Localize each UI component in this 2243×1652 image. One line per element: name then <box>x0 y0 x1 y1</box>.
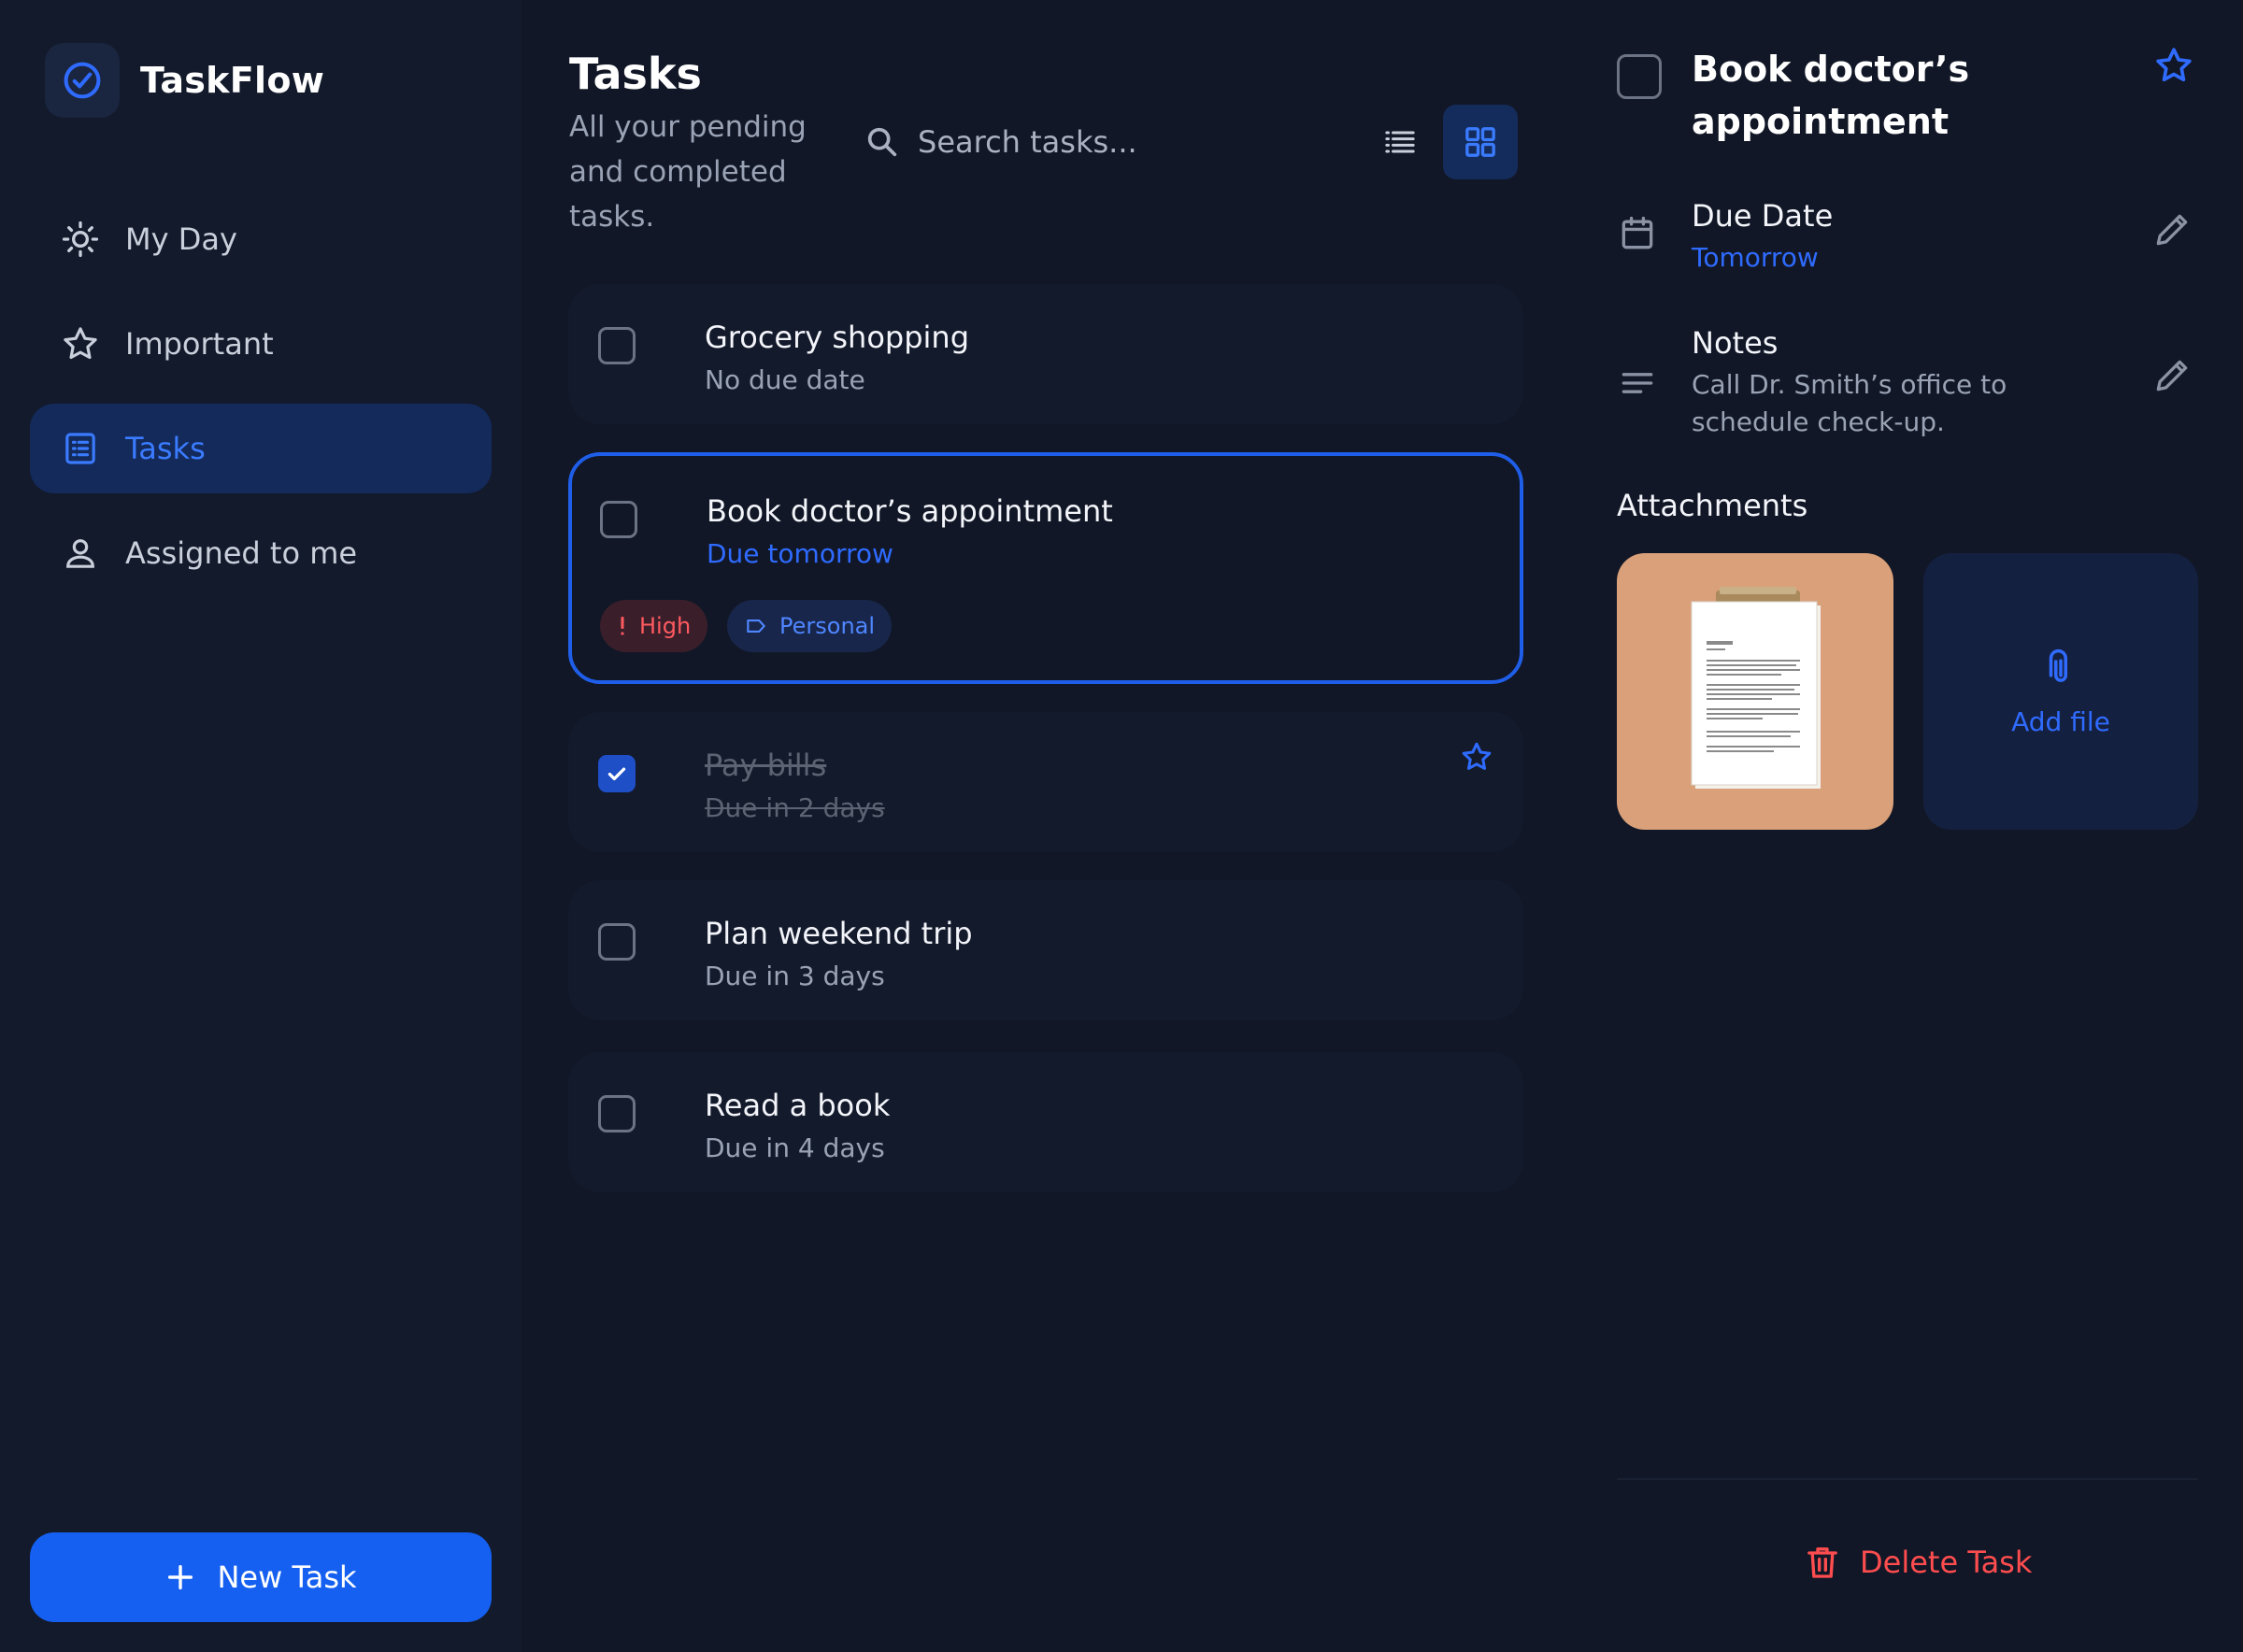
grid-view-icon <box>1462 123 1499 161</box>
task-title: Plan weekend trip <box>705 916 973 951</box>
divider <box>1617 1478 2198 1480</box>
task-title: Grocery shopping <box>705 320 970 355</box>
task-checkbox[interactable] <box>598 327 636 364</box>
person-icon <box>60 533 101 574</box>
star-icon[interactable] <box>2153 45 2194 86</box>
task-due: Due tomorrow <box>707 538 893 569</box>
star-icon <box>60 323 101 364</box>
task-card[interactable]: Grocery shopping No due date <box>568 284 1523 424</box>
task-due: Due in 4 days <box>705 1132 885 1163</box>
task-checkbox[interactable] <box>598 1095 636 1132</box>
tag-icon <box>744 614 768 638</box>
detail-title: Book doctor’s appointment <box>1692 49 1970 142</box>
task-card[interactable]: Plan weekend trip Due in 3 days <box>568 880 1523 1020</box>
sidebar-item-tasks[interactable]: Tasks <box>30 404 492 493</box>
page-title: Tasks <box>569 49 702 99</box>
exclamation-icon <box>617 615 628 637</box>
add-file-label: Add file <box>2011 705 2110 737</box>
task-list-panel: Tasks All your pending and completed tas… <box>521 0 1570 1652</box>
task-checkbox[interactable] <box>600 501 637 538</box>
priority-label: High <box>639 613 692 639</box>
add-file-button[interactable]: Add file <box>1923 553 2198 830</box>
detail-checkbox[interactable] <box>1617 54 1662 99</box>
list-view-button[interactable] <box>1363 105 1437 179</box>
sidebar-item-label: Important <box>125 326 274 362</box>
plus-icon <box>164 1561 196 1593</box>
brand: TaskFlow <box>45 43 324 118</box>
task-checkbox[interactable] <box>598 923 636 961</box>
task-checkbox-checked[interactable] <box>598 755 636 792</box>
delete-task-label: Delete Task <box>1860 1545 2033 1580</box>
due-date-value: Tomorrow <box>1692 242 1819 273</box>
notes-value: Call Dr. Smith’s office to schedule chec… <box>1692 369 2007 437</box>
search-icon <box>864 123 901 161</box>
task-card[interactable]: Read a book Due in 4 days <box>568 1052 1523 1192</box>
notes-label: Notes <box>1692 325 1779 361</box>
attachment-thumbnail[interactable] <box>1617 553 1893 830</box>
task-due: Due in 2 days <box>705 792 885 823</box>
list-view-icon <box>1381 123 1419 161</box>
task-title: Pay bills <box>705 748 827 783</box>
task-card-completed[interactable]: Pay bills Due in 2 days <box>568 712 1523 852</box>
delete-task-button[interactable]: Delete Task <box>1804 1542 2032 1583</box>
sidebar-item-label: Assigned to me <box>125 535 358 571</box>
search-bar <box>864 114 1331 170</box>
task-due: No due date <box>705 364 865 395</box>
search-input[interactable] <box>918 124 1310 160</box>
list-icon <box>60 428 101 469</box>
grid-view-button[interactable] <box>1443 105 1518 179</box>
sun-icon <box>60 219 101 260</box>
notes-icon <box>1617 363 1658 404</box>
star-icon[interactable] <box>1460 740 1493 774</box>
edit-notes-pencil-icon[interactable] <box>2151 355 2193 396</box>
attachments-label: Attachments <box>1617 488 1808 523</box>
sidebar-item-label: Tasks <box>125 431 206 466</box>
app-name: TaskFlow <box>140 60 325 101</box>
sidebar-item-label: My Day <box>125 221 237 257</box>
task-title: Read a book <box>705 1088 891 1123</box>
task-title: Book doctor’s appointment <box>707 493 1113 529</box>
sidebar-item-my-day[interactable]: My Day <box>30 194 492 284</box>
sidebar: TaskFlow My Day Important Tasks Assigned… <box>0 0 521 1652</box>
new-task-label: New Task <box>217 1559 357 1595</box>
check-circle-icon <box>45 43 120 118</box>
sidebar-item-important[interactable]: Important <box>30 299 492 389</box>
paperclip-icon <box>2041 647 2080 690</box>
trash-icon <box>1804 1542 1841 1583</box>
clipboard-document-image <box>1691 587 1821 789</box>
page-subtitle: All your pending and completed tasks. <box>569 110 807 234</box>
edit-due-date-pencil-icon[interactable] <box>2151 209 2193 250</box>
sidebar-nav: My Day Important Tasks Assigned to me <box>30 194 492 613</box>
calendar-icon <box>1617 213 1658 254</box>
task-due: Due in 3 days <box>705 961 885 991</box>
sidebar-item-assigned[interactable]: Assigned to me <box>30 508 492 598</box>
task-detail-panel: Book doctor’s appointment Due Date Tomor… <box>1570 0 2243 1652</box>
due-date-label: Due Date <box>1692 198 1834 234</box>
new-task-button[interactable]: New Task <box>30 1532 492 1622</box>
priority-badge: High <box>600 600 708 652</box>
task-card-selected[interactable]: Book doctor’s appointment Due tomorrow H… <box>568 452 1523 684</box>
category-label: Personal <box>779 613 876 639</box>
category-badge: Personal <box>727 600 893 652</box>
